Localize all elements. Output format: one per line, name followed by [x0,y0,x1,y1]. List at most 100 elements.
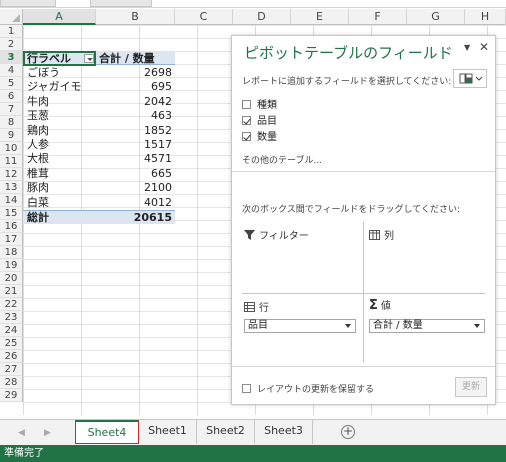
field-checkbox[interactable] [242,132,251,141]
add-sheet-icon[interactable]: + [341,425,355,439]
defer-update-checkbox[interactable] [242,384,251,393]
field-layout-icon [459,73,483,84]
pivot-total-label[interactable]: 総計 [27,211,49,224]
pivot-item-value[interactable]: 665 [99,167,172,180]
row-header[interactable]: 25 [0,337,23,350]
pivot-item-value[interactable]: 2698 [99,66,172,79]
row-header[interactable]: 22 [0,298,23,311]
row-header[interactable]: 21 [0,285,23,298]
row-header[interactable]: 8 [0,116,23,129]
update-button[interactable]: 更新 [455,377,487,397]
pivot-item-value[interactable]: 1852 [99,124,172,137]
field-checkbox[interactable] [242,116,251,125]
defer-update-label: レイアウトの更新を保留する [257,385,375,395]
pivot-item-label[interactable]: 人参 [27,138,49,151]
pivot-item-value[interactable]: 4571 [99,152,172,165]
row-header[interactable]: 2 [0,38,23,51]
pivot-item-label[interactable]: 椎茸 [27,167,49,180]
rows-field-dropdown[interactable]: 品目 [244,319,356,333]
defer-update-option[interactable]: レイアウトの更新を保留する [242,382,374,395]
pivot-value-header[interactable]: 合計 / 数量 [99,52,155,65]
pivot-item-value[interactable]: 2100 [99,181,172,194]
row-header[interactable]: 27 [0,363,23,376]
row-header[interactable]: 28 [0,376,23,389]
field-label: 品目 [257,116,277,127]
row-header[interactable]: 7 [0,103,23,116]
row-header[interactable]: 13 [0,181,23,194]
row-header[interactable]: 16 [0,220,23,233]
values-field-dropdown[interactable]: 合計 / 数量 [369,319,485,333]
pivot-item-label[interactable]: 大根 [27,152,49,165]
column-header-a[interactable]: A [23,9,96,25]
pivot-total-value[interactable]: 20615 [99,211,172,224]
status-bar: 準備完了 [0,445,506,462]
pivot-item-label[interactable]: 牛肉 [27,95,49,108]
row-header[interactable]: 23 [0,311,23,324]
pivot-item-label[interactable]: ジャガイモ [27,80,81,93]
area-vertical-divider [363,222,364,362]
prev-sheet-arrow-icon[interactable]: ◀ [18,428,25,438]
pivot-item-label[interactable]: 鶏肉 [27,124,49,137]
panel-divider [232,171,495,172]
column-header-b[interactable]: B [96,9,175,25]
pivot-item-label[interactable]: 豚肉 [27,181,49,194]
formula-bar-edge [90,0,152,7]
pivot-item-value[interactable]: 4012 [99,196,172,209]
row-header[interactable]: 14 [0,194,23,207]
pivot-item-label[interactable]: 白菜 [27,196,49,209]
layout-tools-button[interactable] [453,69,487,88]
pivot-item-label[interactable]: 玉葱 [27,109,49,122]
ribbon-edge [0,0,506,8]
panel-close-icon[interactable]: ✕ [479,40,489,54]
column-header-d[interactable]: D [233,9,291,25]
row-header[interactable]: 6 [0,90,23,103]
area-horizontal-divider [242,293,485,294]
row-header[interactable]: 5 [0,77,23,90]
column-header-g[interactable]: G [407,9,465,25]
field-item-type[interactable]: 種類 [242,99,277,113]
panel-menu-icon[interactable]: ▼ [464,43,470,52]
select-all-corner[interactable] [0,9,23,25]
row-header[interactable]: 20 [0,272,23,285]
values-area-label: Σ値 [369,298,391,313]
field-checkbox[interactable] [242,100,251,109]
row-header[interactable]: 29 [0,389,23,402]
panel-bottom-divider [232,366,495,367]
tab-sheet4[interactable]: Sheet4 [75,420,139,444]
field-item-item[interactable]: 品目 [242,115,277,129]
tab-sheet2[interactable]: Sheet2 [197,420,255,444]
row-header[interactable]: 11 [0,155,23,168]
rows-area-label: 行 [244,299,269,314]
row-header[interactable]: 10 [0,142,23,155]
other-tables-link[interactable]: その他のテーブル... [242,153,322,166]
pivot-item-value[interactable]: 2042 [99,95,172,108]
row-header[interactable]: 26 [0,350,23,363]
pivot-item-value[interactable]: 463 [99,109,172,122]
tab-sheet3[interactable]: Sheet3 [255,420,313,444]
active-cell-cursor [23,51,96,66]
row-header[interactable]: 17 [0,233,23,246]
column-header-f[interactable]: F [349,9,407,25]
pivot-item-value[interactable]: 1517 [99,138,172,151]
columns-area-label: 列 [369,227,394,242]
row-header[interactable]: 12 [0,168,23,181]
pivot-field-list-panel: ピボットテーブルのフィールド ▼ ✕ レポートに追加するフィールドを選択してくだ… [231,35,496,405]
row-header[interactable]: 3 [0,51,23,64]
row-header[interactable]: 1 [0,25,23,38]
panel-title: ピボットテーブルのフィールド [244,44,453,62]
row-header[interactable]: 4 [0,64,23,77]
field-item-quantity[interactable]: 数量 [242,131,277,145]
pivot-item-label[interactable]: ごぼう [27,66,60,79]
row-header[interactable]: 9 [0,129,23,142]
pivot-item-value[interactable]: 695 [99,80,172,93]
next-sheet-arrow-icon[interactable]: ▶ [44,428,51,438]
row-header[interactable]: 15 [0,207,23,220]
row-header[interactable]: 19 [0,259,23,272]
column-header-h[interactable]: H [465,9,506,25]
row-header[interactable]: 18 [0,246,23,259]
tab-sheet1[interactable]: Sheet1 [139,420,197,444]
column-header-c[interactable]: C [175,9,233,25]
row-header[interactable]: 24 [0,324,23,337]
column-header-e[interactable]: E [291,9,349,25]
field-label: 種類 [257,100,277,111]
